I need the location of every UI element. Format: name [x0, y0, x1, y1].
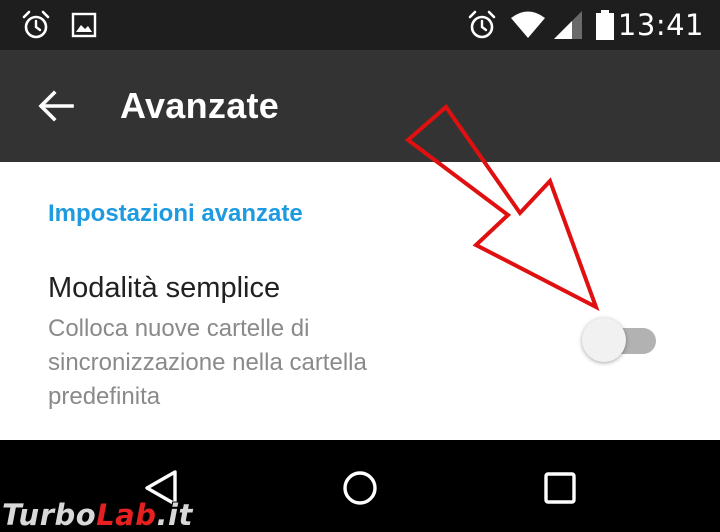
alarm-icon [468, 10, 496, 39]
section-header: Impostazioni avanzate [48, 200, 303, 227]
preference-title: Modalità semplice [48, 272, 281, 304]
cellular-signal-icon [554, 11, 582, 39]
page-title: Avanzate [120, 85, 280, 126]
toggle-thumb [582, 318, 626, 362]
settings-content: Impostazioni avanzate Modalità semplice … [0, 162, 720, 440]
home-circle-icon[interactable] [336, 464, 384, 512]
image-notification-icon [71, 12, 97, 38]
preference-simple-mode[interactable]: Modalità semplice Colloca nuove cartelle… [0, 260, 720, 420]
status-clock: 13:41 [617, 8, 704, 42]
wifi-icon [511, 11, 545, 38]
arrow-back-icon[interactable] [28, 78, 84, 134]
recents-square-icon[interactable] [536, 464, 584, 512]
android-screen: 13:41 Avanzate Impostazioni avanzate Mod… [0, 0, 720, 532]
alarm-icon [22, 10, 50, 39]
watermark-part-1: Turbo [2, 498, 97, 532]
watermark-part-3: .it [156, 498, 193, 532]
watermark-part-2: Lab [96, 498, 157, 532]
battery-icon [596, 10, 614, 40]
status-bar: 13:41 [0, 0, 720, 50]
simple-mode-toggle[interactable] [580, 318, 660, 362]
preference-summary: Colloca nuove cartelle di sincronizzazio… [48, 315, 367, 410]
app-bar: Avanzate [0, 50, 720, 162]
watermark: TurboLab.it [2, 498, 193, 532]
